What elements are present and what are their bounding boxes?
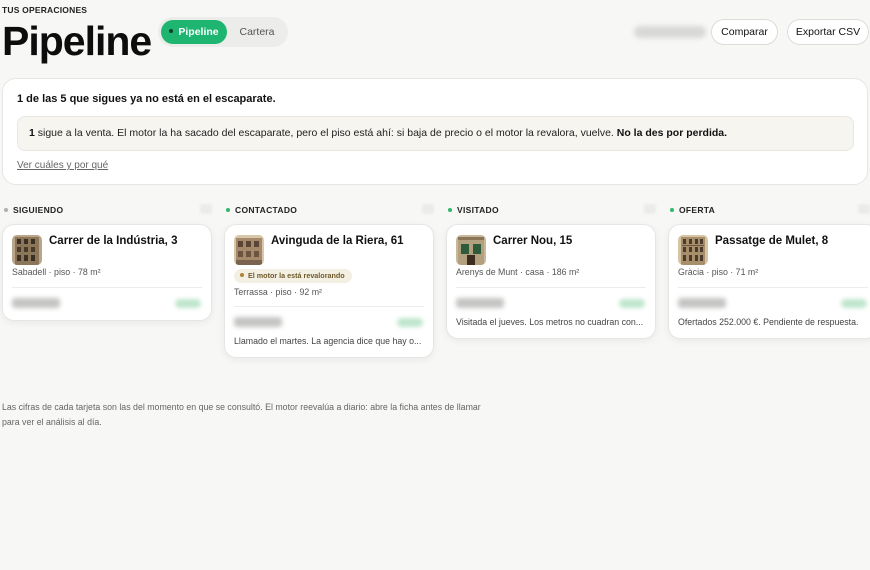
property-card[interactable]: Avinguda de la Riera, 61 El motor la est…	[224, 224, 434, 358]
page-eyebrow: TUS OPERACIONES	[2, 5, 88, 15]
property-thumbnail	[234, 235, 264, 265]
blurred-price	[12, 298, 60, 308]
blurred-price	[456, 298, 504, 308]
delisted-notice: 1 de las 5 que sigues ya no está en el e…	[2, 78, 868, 185]
column-menu-icon[interactable]	[422, 204, 434, 214]
tab-cartera-label: Cartera	[239, 26, 275, 38]
column-menu-icon[interactable]	[858, 204, 870, 214]
tab-pipeline-label: Pipeline	[178, 26, 219, 38]
card-meta: Arenys de Munt · casa · 186 m²	[456, 267, 580, 277]
page-title: Pipeline	[2, 18, 152, 64]
card-divider	[456, 287, 646, 288]
blurred-score-badge	[841, 299, 867, 308]
column-header: SIGUIENDO	[4, 205, 63, 215]
column-header: VISITADO	[448, 205, 499, 215]
property-thumbnail	[678, 235, 708, 265]
page-header: TUS OPERACIONES Pipeline Pipeline Carter…	[2, 4, 870, 64]
column-title: SIGUIENDO	[13, 205, 64, 215]
column-title: OFERTA	[679, 205, 716, 215]
notice-title: 1 de las 5 que sigues ya no está en el e…	[17, 93, 276, 105]
card-meta: Gràcia · piso · 71 m²	[678, 267, 759, 277]
column-title: VISITADO	[457, 205, 499, 215]
compare-button[interactable]: Comparar	[711, 19, 778, 45]
card-note: Llamado el martes. La agencia dice que h…	[234, 336, 422, 346]
view-tabs: Pipeline Cartera	[158, 17, 288, 47]
blurred-score-badge	[619, 299, 645, 308]
badge-label: El motor la está revalorando	[248, 271, 345, 280]
column-title: CONTACTADO	[235, 205, 298, 215]
notice-body: 1 sigue a la venta. El motor la ha sacad…	[17, 116, 854, 151]
status-dot-icon	[448, 207, 452, 212]
column-menu-icon[interactable]	[200, 204, 212, 214]
blurred-price	[234, 317, 282, 327]
column-header: CONTACTADO	[226, 205, 297, 215]
card-address: Carrer de la Indústria, 3	[49, 235, 178, 247]
status-dot-icon	[4, 207, 8, 212]
status-dot-icon	[226, 207, 230, 212]
property-card[interactable]: Passatge de Mulet, 8 Gràcia · piso · 71 …	[668, 224, 870, 339]
blurred-score-badge	[175, 299, 201, 308]
column-header: OFERTA	[670, 205, 715, 215]
blurred-score-badge	[397, 318, 423, 327]
card-meta: Terrassa · piso · 92 m²	[234, 287, 322, 297]
property-thumbnail	[456, 235, 486, 265]
export-csv-button[interactable]: Exportar CSV	[787, 19, 869, 45]
card-address: Carrer Nou, 15	[493, 235, 573, 247]
property-card[interactable]: Carrer de la Indústria, 3 Sabadell · pis…	[2, 224, 212, 321]
see-which-link[interactable]: Ver cuáles y por qué	[17, 160, 108, 171]
card-address: Avinguda de la Riera, 61	[271, 235, 404, 247]
notice-emphasis: No la des por perdida.	[616, 127, 728, 139]
property-card[interactable]: Carrer Nou, 15 Arenys de Munt · casa · 1…	[446, 224, 656, 339]
card-note: Ofertados 252.000 €. Pendiente de respue…	[678, 317, 859, 327]
footer-disclaimer: Las cifras de cada tarjeta son las del m…	[2, 402, 481, 427]
badge-dot-icon	[240, 273, 244, 278]
card-divider	[12, 287, 202, 288]
card-address: Passatge de Mulet, 8	[715, 235, 829, 247]
tab-pipeline[interactable]: Pipeline	[161, 20, 227, 44]
card-note: Visitada el jueves. Los metros no cuadra…	[456, 317, 644, 327]
card-meta: Sabadell · piso · 78 m²	[12, 267, 101, 277]
blurred-header-control[interactable]	[634, 26, 706, 38]
card-divider	[678, 287, 868, 288]
column-menu-icon[interactable]	[644, 204, 656, 214]
status-dot-icon	[670, 207, 674, 212]
property-thumbnail	[12, 235, 42, 265]
active-dot-icon	[169, 29, 174, 34]
revaluing-badge: El motor la está revalorando	[234, 269, 352, 283]
notice-text: sigue a la venta. El motor la ha sacado …	[34, 127, 617, 139]
tab-cartera[interactable]: Cartera	[230, 20, 284, 44]
blurred-price	[678, 298, 726, 308]
card-divider	[234, 306, 424, 307]
